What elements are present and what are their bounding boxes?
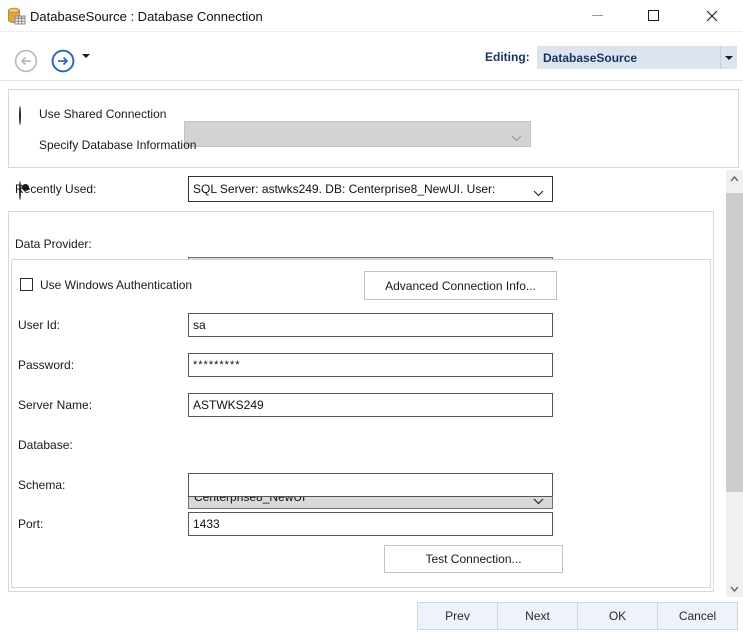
maximize-icon (648, 10, 659, 21)
password-value: ********* (193, 359, 241, 371)
credentials-group (11, 259, 711, 588)
schema-field[interactable] (188, 473, 553, 497)
editing-object-select[interactable]: DatabaseSource (537, 46, 737, 69)
ok-label: OK (609, 609, 626, 623)
scroll-up-button[interactable] (726, 170, 743, 187)
password-field[interactable]: ********* (188, 353, 553, 377)
cancel-label: Cancel (679, 609, 716, 623)
editing-dropdown-arrow[interactable] (720, 46, 737, 69)
forward-arrow-icon (51, 49, 75, 73)
title-bar: DatabaseSource : Database Connection (0, 0, 743, 32)
prev-label: Prev (445, 609, 470, 623)
chevron-down-icon (511, 131, 522, 145)
schema-label: Schema: (18, 478, 65, 492)
recently-used-value: SQL Server: astwks249. DB: Centerprise8_… (193, 182, 495, 196)
caret-down-icon (725, 56, 733, 60)
test-connection-label: Test Connection... (425, 552, 521, 566)
user-id-label: User Id: (18, 318, 60, 332)
advanced-connection-info-label: Advanced Connection Info... (385, 279, 536, 293)
minimize-icon (592, 15, 603, 16)
close-icon (706, 10, 718, 22)
use-shared-connection-radio[interactable] (19, 106, 21, 125)
close-button[interactable] (689, 0, 735, 31)
recently-used-label: Recently Used: (15, 182, 96, 196)
user-id-field[interactable]: sa (188, 313, 553, 337)
server-name-value: ASTWKS249 (193, 398, 264, 412)
editing-label: Editing: (485, 50, 530, 64)
port-field[interactable]: 1433 (188, 512, 553, 536)
database-table-icon (6, 6, 26, 31)
port-value: 1433 (193, 517, 220, 531)
test-connection-button[interactable]: Test Connection... (384, 545, 563, 573)
windows-auth-label[interactable]: Use Windows Authentication (40, 278, 192, 292)
data-provider-label: Data Provider: (15, 237, 92, 251)
scrollbar-thumb[interactable] (726, 193, 743, 492)
footer-button-bar: Prev Next OK Cancel (418, 602, 738, 630)
next-button[interactable]: Next (497, 602, 578, 630)
chevron-up-icon (730, 176, 739, 182)
connection-mode-group: Use Shared Connection Specify Database I… (8, 89, 739, 168)
server-name-label: Server Name: (18, 398, 92, 412)
user-id-value: sa (193, 318, 206, 332)
recently-used-select[interactable]: SQL Server: astwks249. DB: Centerprise8_… (188, 176, 553, 202)
editing-object-value: DatabaseSource (537, 51, 720, 65)
forward-dropdown-button[interactable] (82, 58, 90, 76)
back-arrow-icon (14, 49, 38, 73)
maximize-button[interactable] (630, 0, 676, 31)
ok-button[interactable]: OK (577, 602, 658, 630)
chevron-down-icon (533, 186, 544, 200)
back-button (13, 48, 38, 73)
use-shared-connection-label[interactable]: Use Shared Connection (39, 107, 166, 121)
window-title: DatabaseSource : Database Connection (30, 9, 263, 24)
specify-database-label[interactable]: Specify Database Information (39, 138, 196, 152)
vertical-scrollbar[interactable] (726, 170, 743, 597)
shared-connection-select (184, 121, 531, 147)
database-connection-dialog: DatabaseSource : Database Connection (0, 0, 743, 633)
prev-button[interactable]: Prev (417, 602, 498, 630)
minimize-button (574, 0, 620, 31)
password-label: Password: (18, 358, 74, 372)
cancel-button[interactable]: Cancel (657, 602, 738, 630)
advanced-connection-info-button[interactable]: Advanced Connection Info... (364, 271, 557, 300)
next-label: Next (525, 609, 550, 623)
windows-auth-checkbox[interactable] (20, 278, 33, 291)
navigation-toolbar: Editing: DatabaseSource (0, 32, 743, 81)
server-name-field[interactable]: ASTWKS249 (188, 393, 553, 417)
port-label: Port: (18, 517, 43, 531)
scroll-down-button[interactable] (726, 580, 743, 597)
database-label: Database: (18, 438, 73, 452)
caret-down-icon (82, 54, 90, 75)
chevron-down-icon (730, 586, 739, 592)
forward-button[interactable] (50, 48, 75, 73)
